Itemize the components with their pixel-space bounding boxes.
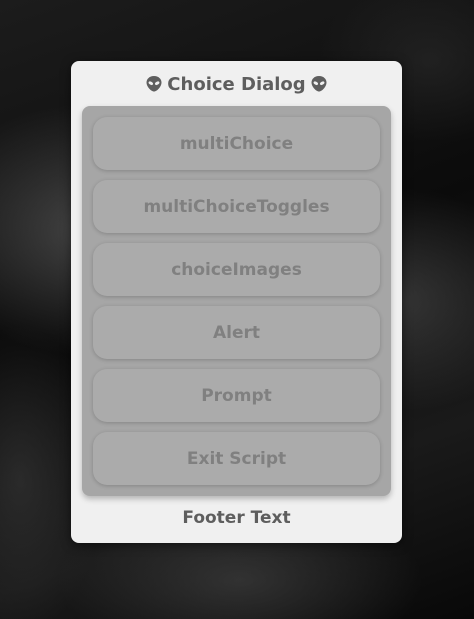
choice-dialog: Choice Dialog multiChoice multiChoiceTog…: [71, 61, 402, 543]
alien-icon: [311, 76, 327, 92]
option-button-exit-script[interactable]: Exit Script: [93, 432, 380, 485]
options-panel: multiChoice multiChoiceToggles choiceIma…: [82, 106, 391, 496]
option-button-alert[interactable]: Alert: [93, 306, 380, 359]
alien-icon: [146, 76, 162, 92]
dialog-title: Choice Dialog: [167, 73, 306, 95]
option-button-prompt[interactable]: Prompt: [93, 369, 380, 422]
dialog-footer: Footer Text: [182, 508, 291, 528]
option-button-multichoicetoggles[interactable]: multiChoiceToggles: [93, 180, 380, 233]
option-button-multichoice[interactable]: multiChoice: [93, 117, 380, 170]
dialog-title-bar: Choice Dialog: [71, 71, 402, 97]
option-button-choiceimages[interactable]: choiceImages: [93, 243, 380, 296]
